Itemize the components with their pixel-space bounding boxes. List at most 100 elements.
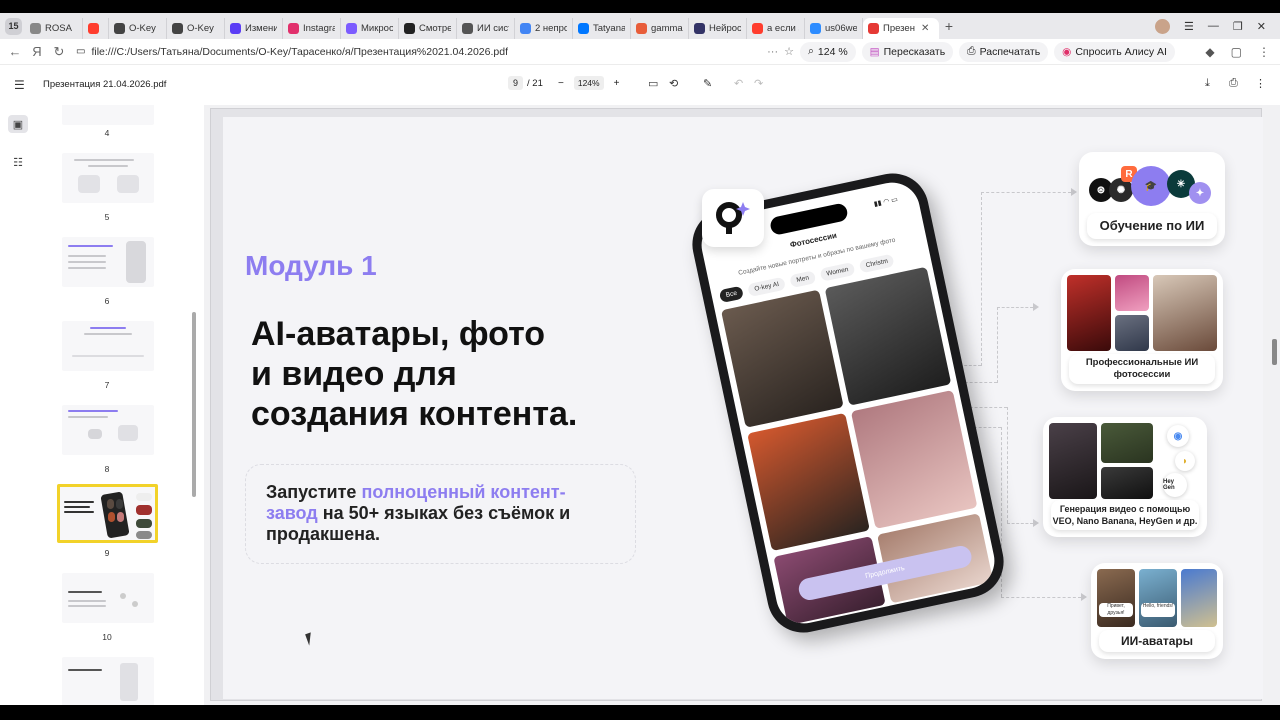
address-bar: ← Я ↻ ▭ file:///C:/Users/Татьяна/Documen… (0, 39, 1280, 65)
browser-tab[interactable]: Нейросе (689, 18, 747, 39)
address-bar-actions: ◆ ▢ ⋮ (1205, 39, 1270, 65)
profile-avatar[interactable] (1155, 18, 1171, 34)
browser-tab[interactable]: gamma – (631, 18, 689, 39)
veo-icon: ◉ (1167, 425, 1189, 447)
browser-window: 15 ROSA O-Key O-Key Изменит Instagram Микрооб… (0, 0, 1280, 720)
url-field[interactable]: ▭ file:///C:/Users/Татьяна/Documents/O-K… (76, 42, 794, 62)
video-thumb (1101, 423, 1153, 463)
graduation-cap-icon: 🎓 (1131, 166, 1171, 206)
reader-icon[interactable]: ▢ (1231, 45, 1242, 59)
maximize-icon[interactable]: ❐ (1233, 20, 1243, 33)
bookmark-icon[interactable]: ☆ (784, 45, 794, 58)
thumbnail-number: 4 (104, 128, 110, 138)
thumbnail-page-9-selected[interactable] (57, 484, 158, 543)
menu-more-icon[interactable]: ⋮ (1258, 45, 1270, 59)
thumbnail-number: 5 (104, 212, 110, 222)
zoom-indicator[interactable]: ⌕ 124 % (800, 41, 856, 62)
reload-icon[interactable]: ↻ (48, 44, 70, 60)
card-label: ИИ-аватары (1099, 630, 1215, 652)
tab-counter[interactable]: 15 (5, 17, 22, 35)
browser-tab[interactable]: Смотрет (399, 18, 457, 39)
pdf-page: Модуль 1 AI-аватары, фото и видео для со… (210, 108, 1263, 701)
tab-favicon-icon (114, 23, 125, 34)
browser-tab[interactable]: O-Key (109, 18, 167, 39)
redo-icon[interactable]: ↷ (754, 77, 763, 90)
yandex-icon[interactable]: Я (26, 44, 48, 59)
thumbnail-page-7[interactable] (62, 321, 154, 371)
tab-title: Микрооб (361, 23, 393, 34)
thumbnail-page-4[interactable] (62, 105, 154, 125)
browser-tab[interactable] (83, 18, 109, 39)
browser-tab[interactable]: Микрооб (341, 18, 399, 39)
print-label: Распечатать (979, 45, 1041, 58)
browser-tab[interactable]: us06web (805, 18, 863, 39)
browser-tab[interactable]: Instagram (283, 18, 341, 39)
browser-tab[interactable]: Изменит (225, 18, 283, 39)
module-title: Модуль 1 (245, 250, 377, 281)
tab-close-icon[interactable]: ✕ (921, 23, 929, 34)
extensions-icon[interactable]: ◆ (1205, 45, 1214, 59)
new-tab-button[interactable]: + (939, 18, 959, 34)
arrow-icon (1081, 593, 1087, 601)
thumbnail-page-5[interactable] (62, 153, 154, 203)
close-window-icon[interactable]: ✕ (1257, 20, 1266, 33)
draw-icon[interactable]: ✎ (703, 77, 712, 90)
app-logo-icon (702, 189, 764, 247)
thumbnail-page-6[interactable] (62, 237, 154, 287)
phone-status-icons: ▮▮ ◠ ▭ (873, 196, 899, 209)
zoom-in-icon[interactable]: + (614, 78, 620, 89)
file-icon: ▭ (76, 46, 86, 57)
undo-icon[interactable]: ↶ (734, 77, 743, 90)
zoom-level[interactable]: 124% (573, 76, 604, 90)
print-button[interactable]: ⎙ Распечатать (959, 41, 1049, 62)
info-text-start: Запустите (266, 482, 362, 502)
browser-tab[interactable]: O-Key (167, 18, 225, 39)
thumbnail-page-11[interactable] (62, 657, 154, 705)
browser-tab[interactable]: ROSA (25, 18, 83, 39)
viewer-scrollbar[interactable] (1272, 339, 1277, 365)
retell-button[interactable]: ▤ Пересказать (861, 41, 954, 62)
ask-alice-button[interactable]: ◉ Спросить Алису AI (1054, 41, 1175, 62)
headline-line-3: создания контента. (251, 395, 578, 433)
zoom-out-icon[interactable]: − (558, 78, 564, 89)
card-label: Профессиональные ИИ фотосессии (1069, 354, 1215, 384)
thumbnail-page-8[interactable] (62, 405, 154, 455)
back-icon[interactable]: ← (4, 44, 26, 59)
pdf-viewer: Модуль 1 AI-аватары, фото и видео для со… (204, 105, 1280, 705)
heygen-icon: Hey Gen (1163, 473, 1187, 497)
sidebar-toggle-icon[interactable]: ☰ (14, 78, 25, 92)
download-icon[interactable]: ⤓ (1205, 77, 1210, 90)
slide-canvas: Модуль 1 AI-аватары, фото и видео для со… (223, 117, 1263, 699)
outline-view-icon[interactable]: ☷ (8, 153, 28, 171)
connector (997, 307, 998, 383)
tab-title: O-Key (187, 23, 214, 34)
zoom-icon: ⌕ (808, 45, 814, 57)
pdf-more-icon[interactable]: ⋮ (1255, 77, 1266, 90)
collections-icon[interactable]: ☰ (1184, 20, 1194, 33)
browser-tab[interactable]: 2 непроч (515, 18, 573, 39)
thumbnails-view-icon[interactable]: ▣ (8, 115, 28, 133)
browser-tab[interactable]: а если за (747, 18, 805, 39)
avatar-photo (1097, 569, 1135, 627)
browser-tab[interactable]: Tatyana (573, 18, 631, 39)
card-ai-learning: ⊛ ✺ R 🎓 ✳ ✦ Обучение по ИИ (1079, 152, 1225, 246)
info-box: Запустите полноценный контент-завод на 5… (245, 464, 636, 564)
tab-title: O-Key (129, 23, 156, 34)
screen-bottom-border (0, 705, 1280, 720)
thumbnail-page-10[interactable] (62, 573, 154, 623)
rotate-icon[interactable]: ⟲ (669, 77, 678, 90)
headline-line-2: и видео для (251, 355, 457, 393)
tab-favicon-icon (172, 23, 183, 34)
print-icon[interactable]: ⎙ (1229, 77, 1238, 90)
photo-pink (1115, 275, 1149, 311)
browser-tab[interactable]: ИИ систе (457, 18, 515, 39)
fit-page-icon[interactable]: ▭ (648, 77, 658, 90)
page-number-input[interactable]: 9 (508, 76, 524, 90)
minimize-icon[interactable]: — (1208, 20, 1219, 32)
photo-red (1067, 275, 1111, 351)
sidebar-scrollbar[interactable] (192, 312, 196, 497)
arrow-icon (1033, 303, 1039, 311)
document-title: Презентация 21.04.2026.pdf (43, 79, 167, 90)
more-icon[interactable]: ··· (767, 46, 778, 58)
browser-tab[interactable]: Презен ✕ (863, 18, 939, 39)
